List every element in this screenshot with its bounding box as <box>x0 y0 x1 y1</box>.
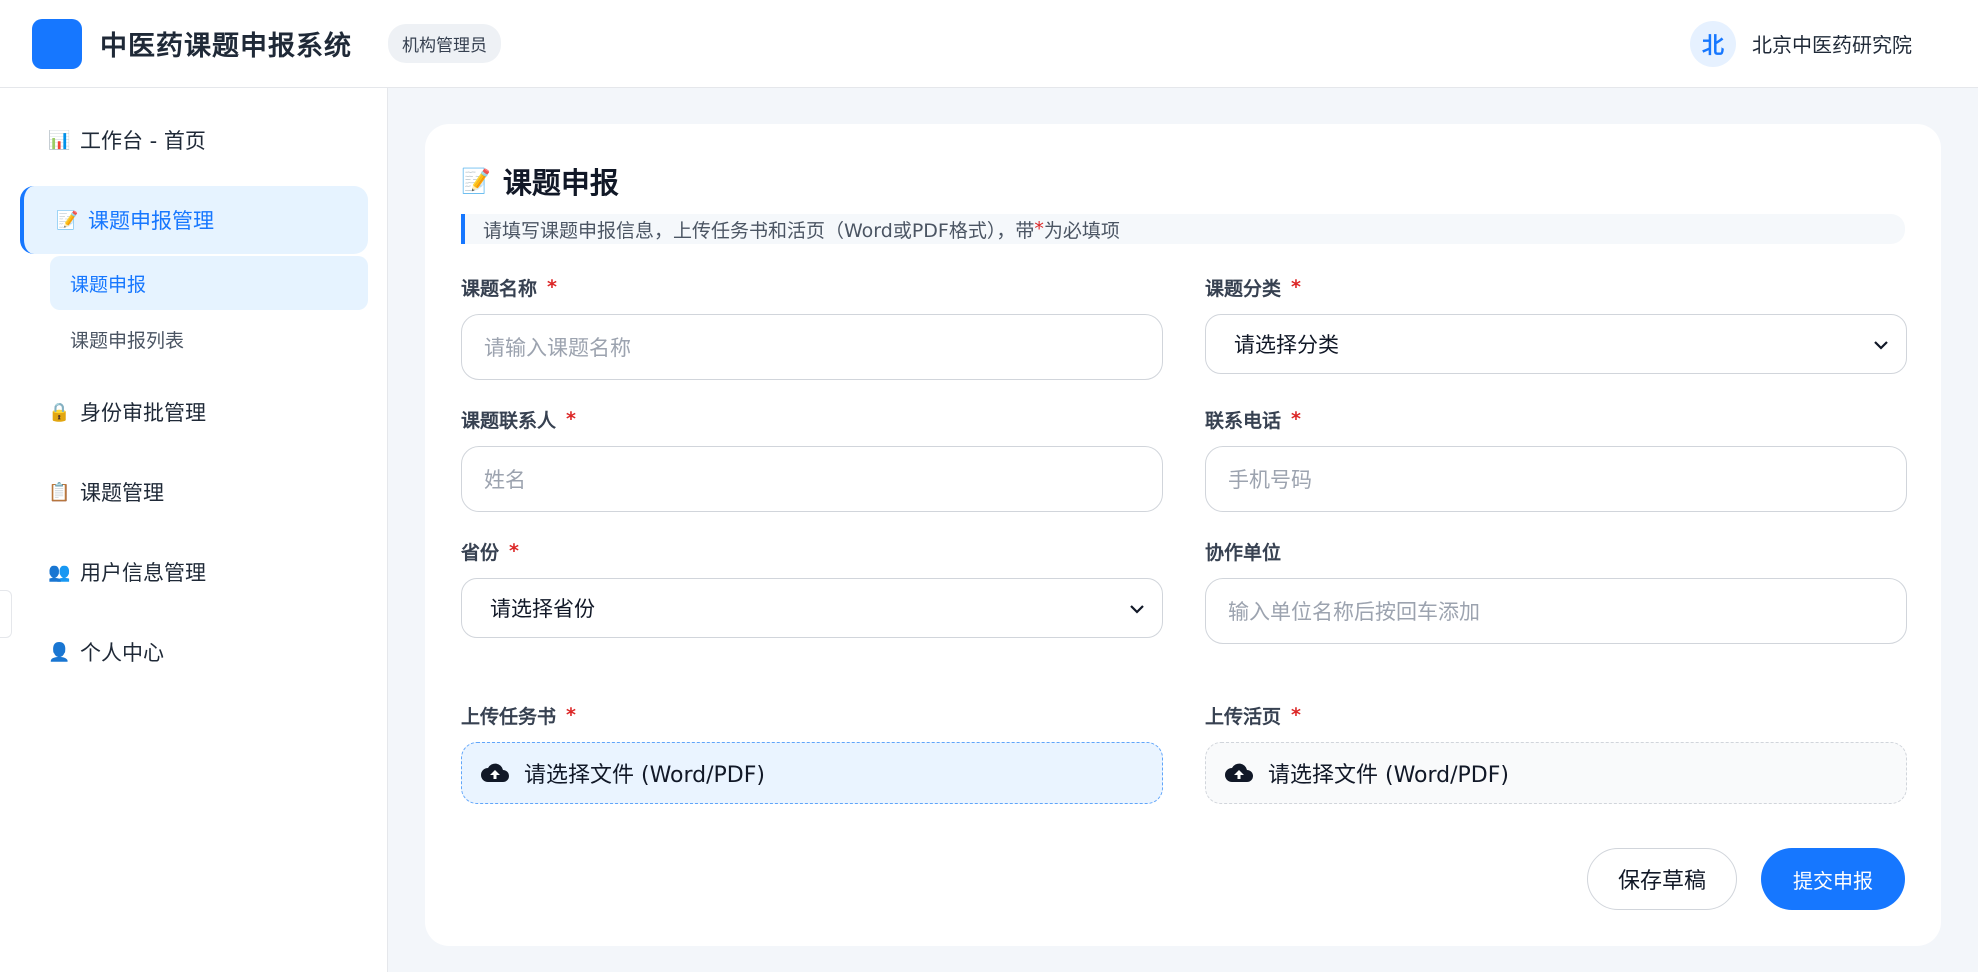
cloud-upload-icon <box>480 761 510 785</box>
partner-input[interactable]: 输入单位名称后按回车添加 <box>1205 578 1907 644</box>
avatar[interactable]: 北 <box>1690 20 1736 67</box>
app-logo <box>32 18 82 69</box>
field-label: 课题名称 * <box>461 274 1163 300</box>
label-text: 省份 <box>461 541 500 564</box>
label-text: 协作单位 <box>1205 541 1282 564</box>
required-star: * <box>566 408 576 430</box>
clipboard-icon: 📋 <box>48 481 71 503</box>
select-value: 请选择省份 <box>490 597 595 621</box>
sidebar-item-label: 工作台 - 首页 <box>80 129 206 153</box>
label-text: 课题名称 <box>461 277 538 300</box>
required-star: * <box>1291 276 1301 298</box>
sidebar-item-label: 个人中心 <box>80 641 164 665</box>
application-form: 课题名称 * 请输入课题名称 课题分类 * 请选择分类 课题联系人 * 姓名 联… <box>461 274 1907 830</box>
sidebar-subitem-apply-list[interactable]: 课题申报列表 <box>50 312 368 366</box>
sidebar-item-dashboard[interactable]: 📊 工作台 - 首页 <box>0 106 387 174</box>
chevron-down-icon <box>1130 599 1144 618</box>
lock-icon: 🔒 <box>48 401 71 423</box>
users-icon: 👥 <box>48 561 71 583</box>
field-label: 上传任务书 * <box>461 702 1163 728</box>
form-hint: 请填写课题申报信息，上传任务书和活页（Word或PDF格式），带 * 为必填项 <box>461 214 1905 244</box>
field-label: 课题分类 * <box>1205 274 1907 300</box>
field-label: 课题联系人 * <box>461 406 1163 432</box>
contact-name-input[interactable]: 姓名 <box>461 446 1163 512</box>
org-name: 北京中医药研究院 <box>1752 33 1912 57</box>
chevron-down-icon <box>1874 335 1888 354</box>
sidebar-item-user-info[interactable]: 👥 用户信息管理 <box>0 538 387 606</box>
province-select[interactable]: 请选择省份 <box>461 578 1163 638</box>
sidebar-item-topic-application[interactable]: 📝 课题申报管理 <box>20 186 368 254</box>
app-root: 中医药课题申报系统 机构管理员 北 北京中医药研究院 📊 工作台 - 首页 📝 … <box>0 0 1978 972</box>
bar-chart-icon: 📊 <box>48 129 71 151</box>
field-partner: 协作单位 输入单位名称后按回车添加 <box>1205 538 1907 644</box>
sidebar: 📊 工作台 - 首页 📝 课题申报管理 课题申报 课题申报列表 🔒 身份审批管理… <box>0 88 388 972</box>
field-province: 省份 * 请选择省份 <box>461 538 1163 644</box>
field-contact: 课题联系人 * 姓名 <box>461 406 1163 512</box>
field-leaflet: 上传活页 * 请选择文件 (Word/PDF) <box>1205 670 1907 804</box>
hint-suffix: 为必填项 <box>1043 219 1120 242</box>
submit-button[interactable]: 提交申报 <box>1761 848 1905 910</box>
category-select[interactable]: 请选择分类 <box>1205 314 1907 374</box>
field-label: 协作单位 <box>1205 538 1907 564</box>
memo-icon: 📝 <box>56 209 79 231</box>
sidebar-group-topic-application: 📝 课题申报管理 课题申报 课题申报列表 <box>0 186 387 366</box>
sidebar-item-label: 用户信息管理 <box>80 561 206 585</box>
hint-prefix: 请填写课题申报信息，上传任务书和活页（Word或PDF格式），带 <box>483 219 1035 242</box>
sidebar-item-label: 课题管理 <box>80 481 164 505</box>
application-form-card: 📝 课题申报 请填写课题申报信息，上传任务书和活页（Word或PDF格式），带 *… <box>425 124 1941 946</box>
user-icon: 👤 <box>48 641 71 663</box>
memo-icon: 📝 <box>461 167 491 195</box>
field-label: 上传活页 * <box>1205 702 1907 728</box>
field-phone: 联系电话 * 手机号码 <box>1205 406 1907 512</box>
form-actions: 保存草稿 提交申报 <box>1586 848 1905 910</box>
topic-name-input[interactable]: 请输入课题名称 <box>461 314 1163 380</box>
top-header: 中医药课题申报系统 机构管理员 北 北京中医药研究院 <box>0 0 1978 88</box>
phone-input[interactable]: 手机号码 <box>1205 446 1907 512</box>
field-label: 联系电话 * <box>1205 406 1907 432</box>
label-text: 课题分类 <box>1205 277 1282 300</box>
sidebar-subitem-apply[interactable]: 课题申报 <box>50 256 368 310</box>
hint-required-star: * <box>1034 218 1044 240</box>
page-title-text: 课题申报 <box>502 166 619 200</box>
sidebar-collapse-handle[interactable] <box>0 590 12 638</box>
sidebar-item-label: 身份审批管理 <box>80 401 206 425</box>
label-text: 上传任务书 <box>461 705 557 728</box>
leaflet-upload-button[interactable]: 请选择文件 (Word/PDF) <box>1205 742 1907 804</box>
select-value: 请选择分类 <box>1234 333 1339 357</box>
sidebar-item-profile[interactable]: 👤 个人中心 <box>0 618 387 686</box>
sidebar-item-topic-management[interactable]: 📋 课题管理 <box>0 458 387 526</box>
field-topic-name: 课题名称 * 请输入课题名称 <box>461 274 1163 380</box>
required-star: * <box>566 704 576 726</box>
field-task-book: 上传任务书 * 请选择文件 (Word/PDF) <box>461 670 1163 804</box>
required-star: * <box>509 540 519 562</box>
page-title: 📝 课题申报 <box>461 160 1905 202</box>
save-draft-button[interactable]: 保存草稿 <box>1586 848 1737 910</box>
field-label: 省份 * <box>461 538 1163 564</box>
user-menu[interactable]: 北 北京中医药研究院 <box>1690 20 1912 67</box>
role-badge: 机构管理员 <box>388 24 501 63</box>
label-text: 上传活页 <box>1205 705 1282 728</box>
task-book-upload-button[interactable]: 请选择文件 (Word/PDF) <box>461 742 1163 804</box>
cloud-upload-icon <box>1224 761 1254 785</box>
sidebar-item-identity-approval[interactable]: 🔒 身份审批管理 <box>0 378 387 446</box>
sidebar-item-label: 课题申报管理 <box>88 209 214 233</box>
field-category: 课题分类 * 请选择分类 <box>1205 274 1907 380</box>
upload-label: 请选择文件 (Word/PDF) <box>524 763 765 788</box>
required-star: * <box>547 276 557 298</box>
required-star: * <box>1291 704 1301 726</box>
label-text: 联系电话 <box>1205 409 1282 432</box>
label-text: 课题联系人 <box>461 409 557 432</box>
required-star: * <box>1291 408 1301 430</box>
upload-label: 请选择文件 (Word/PDF) <box>1268 763 1509 788</box>
app-title: 中医药课题申报系统 <box>100 31 352 62</box>
